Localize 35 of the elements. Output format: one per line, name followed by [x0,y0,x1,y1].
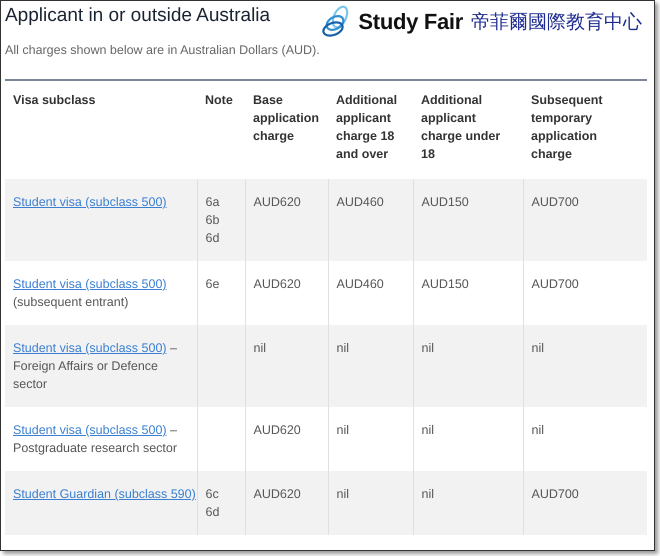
table-cell: nil [328,471,413,535]
column-header: Additional applicant charge 18 and over [328,80,413,179]
table-cell: AUD150 [413,179,523,261]
note-text: 6d [206,230,220,247]
table-cell: nil [245,325,328,407]
table-cell: AUD700 [523,471,647,535]
section-heading: Applicant in or outside Australia [5,5,270,27]
column-header: Visa subclass [5,80,197,179]
visa-description: Student visa (subclass 500) (subsequent entrant) [13,277,167,309]
note-text: 6c [206,486,220,503]
visa-link[interactable]: Student visa (subclass 500) [13,341,167,355]
table-cell: AUD460 [328,179,413,261]
note-text: 6b [206,212,220,229]
column-header: Note [197,80,245,179]
visa-description: Student visa (subclass 500) – Foreign Affairs or Defence sector [13,341,177,391]
table-cell: nil [523,325,647,407]
visa-link[interactable]: Student visa (subclass 500) [13,277,167,291]
table-cell: nil [328,325,413,407]
logo-name: Study Fair [358,9,463,35]
table-cell: AUD700 [523,179,647,261]
visa-link[interactable]: Student visa (subclass 500) [13,195,167,209]
visa-link[interactable]: Student visa (subclass 500) [13,423,167,437]
table-cell: nil [413,471,523,535]
logo-chinese-name: 帝菲爾國際教育中心 [471,10,642,35]
table-cell: AUD620 [245,179,328,261]
visa-description: Student visa (subclass 500) – Postgraduate research sector [13,423,177,455]
table-cell: nil [413,325,523,407]
table-cell: AUD620 [245,471,328,535]
intro-text: All charges shown below are in Australian Dollars (AUD). [5,43,321,57]
column-header: Subsequent temporary application charge [523,80,647,179]
column-header: Base application charge [245,80,328,179]
note-text: 6a [206,194,220,211]
column-header: Additional applicant charge under 18 [413,80,523,179]
note-text: 6d [206,504,220,521]
note-text: 6e [206,276,220,293]
